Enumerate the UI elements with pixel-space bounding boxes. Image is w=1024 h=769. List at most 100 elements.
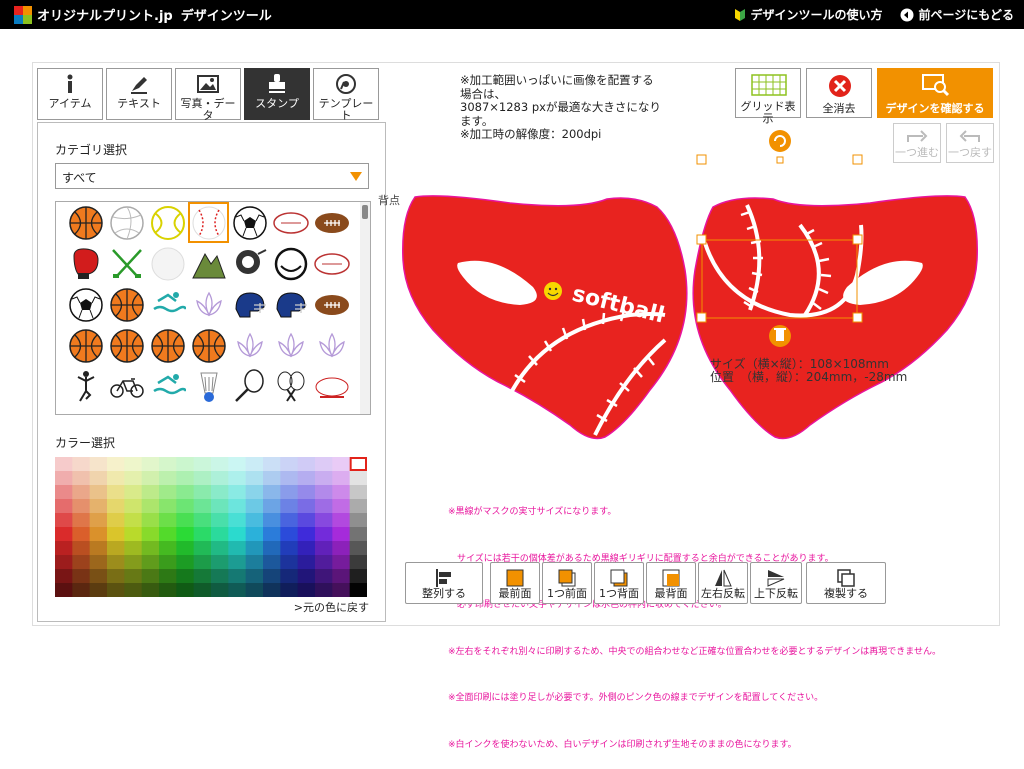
color-swatch[interactable] [315,457,333,472]
resize-handle-top-right[interactable] [852,234,863,245]
color-swatch[interactable] [315,569,333,584]
color-swatch[interactable] [245,569,264,584]
color-swatch[interactable] [280,583,299,597]
stamp-soccer-ball[interactable] [65,284,106,325]
color-swatch[interactable] [141,555,160,570]
color-swatch[interactable] [55,513,73,528]
color-swatch[interactable] [228,569,247,584]
color-swatch[interactable] [349,485,367,500]
color-swatch[interactable] [55,485,73,500]
stamp-basketball[interactable] [106,284,147,325]
color-swatch[interactable] [263,555,281,570]
color-swatch[interactable] [72,513,91,528]
color-swatch[interactable] [107,527,125,542]
bring-forward-button[interactable]: 1つ前面 [542,562,592,604]
color-swatch[interactable] [55,471,73,486]
color-swatch[interactable] [315,527,333,542]
color-swatch[interactable] [349,499,367,514]
color-swatch[interactable] [72,555,91,570]
color-swatch[interactable] [280,457,299,472]
resize-handle-top-left[interactable] [696,234,707,245]
color-swatch[interactable] [315,499,333,514]
color-swatch[interactable] [297,457,316,472]
color-swatch[interactable] [107,555,125,570]
stamp-football-helmet[interactable] [229,284,270,325]
color-swatch[interactable] [159,457,177,472]
color-swatch[interactable] [193,583,212,597]
color-swatch[interactable] [315,555,333,570]
stamp-lotus[interactable] [270,325,311,366]
align-button[interactable]: 整列する [405,562,483,604]
tab-text[interactable]: テキスト [106,68,172,120]
color-swatch[interactable] [297,541,316,556]
color-swatch[interactable] [72,541,91,556]
color-swatch[interactable] [107,499,125,514]
tab-template[interactable]: テンプレート [313,68,379,122]
color-swatch[interactable] [89,527,108,542]
stamp-american-football[interactable] [311,284,352,325]
color-swatch[interactable] [315,485,333,500]
color-swatch[interactable] [141,527,160,542]
color-swatch[interactable] [89,485,108,500]
color-swatch[interactable] [349,555,367,570]
stamp-rugby-ball[interactable] [270,202,311,243]
color-swatch[interactable] [211,569,229,584]
color-swatch[interactable] [124,583,143,597]
color-swatch[interactable] [315,471,333,486]
color-swatch[interactable] [55,555,73,570]
send-backward-button[interactable]: 1つ背面 [594,562,644,604]
color-swatch[interactable] [297,499,316,514]
stamp-tennis-ball[interactable] [147,202,188,243]
color-swatch[interactable] [124,541,143,556]
color-swatch[interactable] [263,499,281,514]
stamp-mountain[interactable] [188,243,229,284]
color-swatch[interactable] [280,513,299,528]
color-swatch[interactable] [124,457,143,472]
color-swatch[interactable] [228,457,247,472]
stamp-golf-ball-tee[interactable] [270,243,311,284]
stamp-yoga[interactable] [65,366,106,407]
color-swatch[interactable] [107,513,125,528]
color-swatch[interactable] [228,471,247,486]
color-swatch[interactable] [72,471,91,486]
color-swatch[interactable] [245,513,264,528]
color-swatch[interactable] [332,541,351,556]
color-swatch[interactable] [72,527,91,542]
color-swatch[interactable] [159,555,177,570]
mask-right-panel[interactable] [692,195,978,440]
color-swatch[interactable] [141,457,160,472]
color-swatch[interactable] [72,457,91,472]
color-swatch[interactable] [332,527,351,542]
color-swatch[interactable] [297,485,316,500]
color-swatch[interactable] [332,569,351,584]
stamp-volleyball[interactable] [106,202,147,243]
stamp-basketball[interactable] [65,202,106,243]
color-swatch[interactable] [193,513,212,528]
color-swatch[interactable] [176,583,195,597]
color-swatch[interactable] [263,569,281,584]
stamp-football-helmet[interactable] [270,284,311,325]
rotate-handle-icon[interactable] [769,130,791,152]
color-swatch[interactable] [193,499,212,514]
color-swatch[interactable] [280,569,299,584]
color-swatch[interactable] [89,569,108,584]
color-swatch[interactable] [159,569,177,584]
color-swatch[interactable] [55,541,73,556]
resize-handle-outer-top[interactable] [776,156,784,164]
color-swatch[interactable] [245,485,264,500]
stamp-lotus[interactable] [229,325,270,366]
color-swatch[interactable] [245,541,264,556]
color-swatch[interactable] [211,513,229,528]
stamp-american-football[interactable] [311,202,352,243]
color-swatch[interactable] [89,555,108,570]
color-swatch[interactable] [141,569,160,584]
stamp-swimmer[interactable] [147,284,188,325]
color-swatch[interactable] [211,499,229,514]
stamp-boxing-glove[interactable] [65,243,106,284]
color-swatch[interactable] [193,471,212,486]
color-swatch[interactable] [349,541,367,556]
color-swatch[interactable] [176,569,195,584]
resize-handle-outer-left[interactable] [696,154,707,165]
color-swatch[interactable] [159,499,177,514]
color-swatch[interactable] [141,471,160,486]
